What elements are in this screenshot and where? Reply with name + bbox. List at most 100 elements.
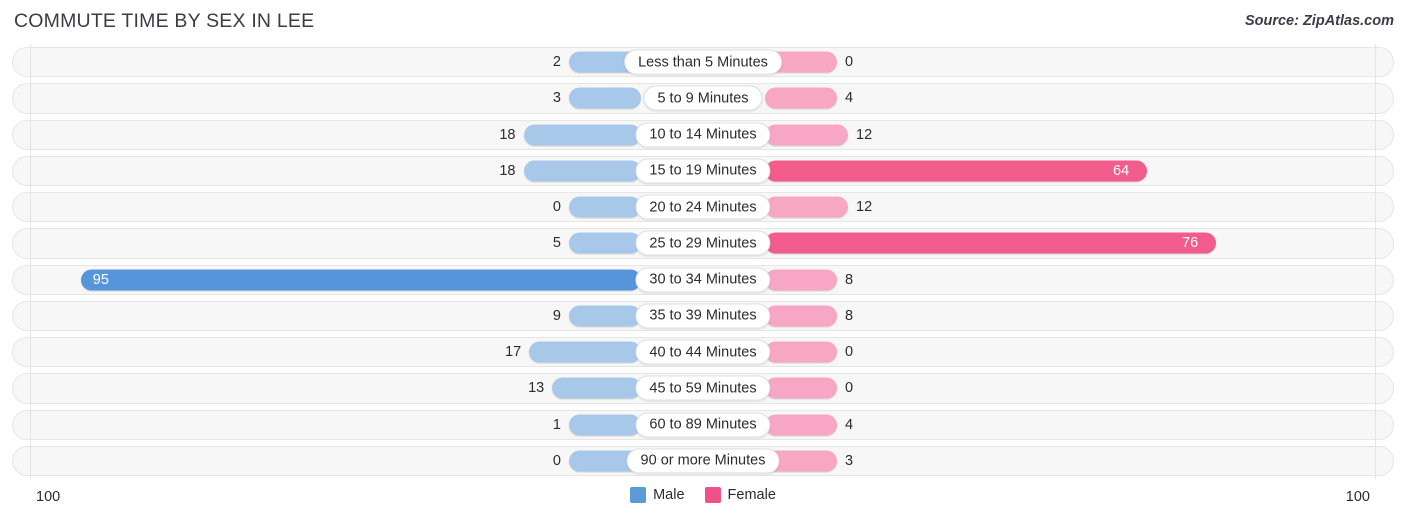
bar-value-female: 0 [845, 53, 854, 70]
category-label-pill: 10 to 14 Minutes [635, 122, 771, 148]
category-label-pill: 25 to 29 Minutes [635, 230, 771, 256]
gridline-right [1375, 261, 1376, 298]
category-label-pill: Less than 5 Minutes [624, 49, 782, 75]
legend-label: Female [727, 487, 776, 503]
bar-value-male: 17 [505, 343, 522, 360]
chart-row: 18 12 10 to 14 Minutes [0, 116, 1406, 153]
category-label-pill: 15 to 19 Minutes [635, 158, 771, 184]
legend-item-female[interactable]: Female [704, 487, 776, 503]
bar-female[interactable] [765, 414, 837, 436]
bar-male[interactable] [80, 269, 641, 291]
chart-row: 17 0 40 to 44 Minutes [0, 334, 1406, 371]
gridline-right [1375, 297, 1376, 334]
legend-swatch-icon [630, 487, 647, 503]
bar-male[interactable] [552, 377, 641, 399]
bar-male[interactable] [569, 232, 641, 254]
bar-value-female: 8 [845, 271, 854, 288]
gridline-right [1375, 370, 1376, 407]
chart-row: 0 3 90 or more Minutes [0, 442, 1406, 479]
bar-female[interactable] [765, 160, 1147, 182]
bar-male[interactable] [523, 124, 641, 146]
bar-value-male: 5 [552, 235, 561, 252]
gridline-left [30, 297, 31, 334]
bar-female[interactable] [765, 377, 837, 399]
bar-value-male: 9 [552, 307, 561, 324]
chart-row: 13 0 45 to 59 Minutes [0, 370, 1406, 407]
page-title: COMMUTE TIME BY SEX IN LEE [14, 10, 315, 32]
bar-value-female: 76 [1182, 235, 1199, 252]
bar-value-female: 0 [845, 380, 854, 397]
legend-label: Male [653, 487, 685, 503]
gridline-left [30, 116, 31, 153]
bar-value-male: 18 [499, 162, 516, 179]
bar-value-female: 64 [1113, 162, 1130, 179]
gridline-right [1375, 80, 1376, 117]
gridline-left [30, 80, 31, 117]
bar-value-female: 12 [856, 198, 873, 215]
gridline-left [30, 44, 31, 81]
chart-row: 95 8 30 to 34 Minutes [0, 261, 1406, 298]
bar-female[interactable] [765, 87, 837, 109]
chart-row: 3 4 5 to 9 Minutes [0, 80, 1406, 117]
gridline-left [30, 442, 31, 479]
category-label-pill: 30 to 34 Minutes [635, 267, 771, 293]
category-label-pill: 20 to 24 Minutes [635, 194, 771, 220]
bar-value-female: 3 [845, 452, 854, 469]
bar-female[interactable] [765, 196, 848, 218]
bar-female[interactable] [765, 341, 837, 363]
bar-value-male: 18 [499, 126, 516, 143]
gridline-right [1375, 152, 1376, 189]
bar-value-male: 95 [92, 271, 109, 288]
source-label: Source: ZipAtlas.com [1244, 13, 1394, 29]
bar-male[interactable] [569, 87, 641, 109]
bar-value-female: 12 [856, 126, 873, 143]
bar-value-female: 4 [845, 416, 854, 433]
bar-female[interactable] [765, 305, 837, 327]
bar-value-male: 2 [552, 53, 561, 70]
chart-plot-area: 2 0 Less than 5 Minutes 3 4 5 to 9 Minutes 18 1… [0, 44, 1406, 479]
bar-female[interactable] [765, 232, 1216, 254]
bar-value-male: 1 [552, 416, 561, 433]
chart-row: 18 64 15 to 19 Minutes [0, 152, 1406, 189]
gridline-right [1375, 406, 1376, 443]
bar-value-female: 8 [845, 307, 854, 324]
gridline-left [30, 261, 31, 298]
chart-legend: Male Female [0, 487, 1406, 503]
bar-value-female: 4 [845, 90, 854, 107]
gridline-left [30, 225, 31, 262]
chart-row: 2 0 Less than 5 Minutes [0, 44, 1406, 81]
gridline-right [1375, 225, 1376, 262]
bar-value-male: 0 [552, 198, 561, 215]
category-label-pill: 40 to 44 Minutes [635, 339, 771, 365]
category-label-pill: 45 to 59 Minutes [635, 375, 771, 401]
gridline-right [1375, 116, 1376, 153]
bar-value-male: 0 [552, 452, 561, 469]
gridline-right [1375, 189, 1376, 226]
bar-male[interactable] [569, 196, 641, 218]
chart-row: 1 4 60 to 89 Minutes [0, 406, 1406, 443]
bar-male[interactable] [523, 160, 641, 182]
chart-header: COMMUTE TIME BY SEX IN LEE Source: ZipAt… [0, 0, 1406, 44]
chart-footer: 100 100 Male Female [0, 479, 1406, 522]
gridline-left [30, 334, 31, 371]
category-label-pill: 35 to 39 Minutes [635, 303, 771, 329]
bar-male[interactable] [529, 341, 641, 363]
bar-value-male: 3 [552, 90, 561, 107]
category-label-pill: 60 to 89 Minutes [635, 412, 771, 438]
category-label-pill: 5 to 9 Minutes [643, 85, 763, 111]
category-label-pill: 90 or more Minutes [626, 448, 780, 474]
gridline-left [30, 189, 31, 226]
bar-value-male: 13 [528, 380, 545, 397]
bar-male[interactable] [569, 414, 641, 436]
gridline-left [30, 406, 31, 443]
chart-row: 0 12 20 to 24 Minutes [0, 189, 1406, 226]
gridline-left [30, 370, 31, 407]
gridline-left [30, 152, 31, 189]
legend-swatch-icon [704, 487, 721, 503]
bar-female[interactable] [765, 269, 837, 291]
chart-row: 5 76 25 to 29 Minutes [0, 225, 1406, 262]
bar-female[interactable] [765, 124, 848, 146]
bar-value-female: 0 [845, 343, 854, 360]
bar-male[interactable] [569, 305, 641, 327]
legend-item-male[interactable]: Male [630, 487, 685, 503]
